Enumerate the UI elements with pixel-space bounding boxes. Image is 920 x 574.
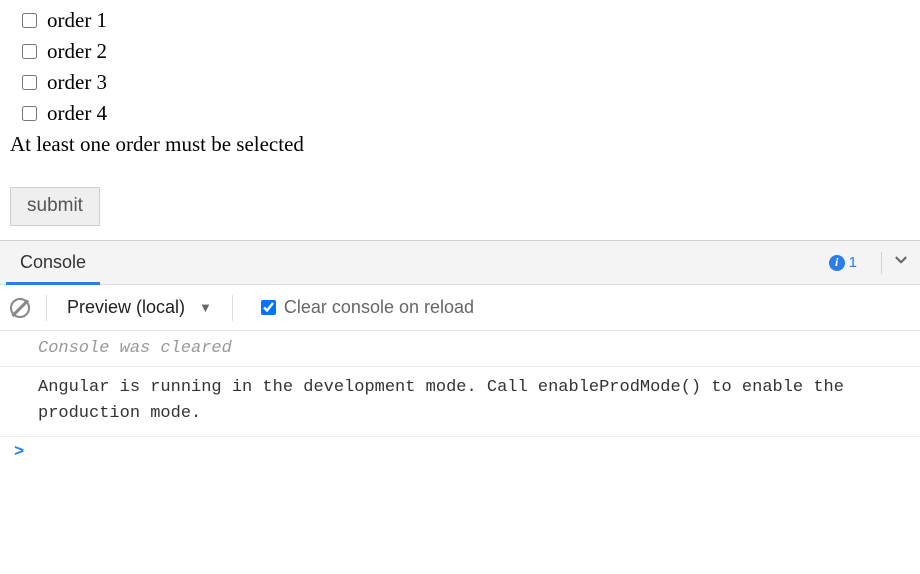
order-checkbox-2[interactable] (22, 44, 37, 59)
order-item[interactable]: order 4 (22, 101, 910, 126)
console-toolbar: Preview (local) ▼ Clear console on reloa… (0, 285, 920, 331)
info-icon: i (829, 255, 845, 271)
info-count-badge[interactable]: i 1 (829, 254, 857, 271)
order-label: order 1 (47, 8, 107, 33)
tab-label: Console (20, 252, 86, 273)
dropdown-triangle-icon: ▼ (199, 300, 212, 315)
order-label: order 3 (47, 70, 107, 95)
console-cleared-row: Console was cleared (0, 331, 920, 367)
tab-console[interactable]: Console (6, 241, 100, 284)
info-count: 1 (849, 254, 857, 271)
devtools-panel: Console i 1 Preview (local) ▼ Clear cons… (0, 240, 920, 468)
clear-on-reload-label: Clear console on reload (284, 297, 474, 318)
clear-on-reload-toggle[interactable]: Clear console on reload (261, 297, 474, 318)
chevron-down-icon[interactable] (892, 251, 910, 274)
order-list: order 1 order 2 order 3 order 4 (10, 8, 910, 126)
page-content: order 1 order 2 order 3 order 4 At least… (0, 0, 920, 240)
order-label: order 4 (47, 101, 107, 126)
order-checkbox-3[interactable] (22, 75, 37, 90)
order-checkbox-4[interactable] (22, 106, 37, 121)
order-item[interactable]: order 1 (22, 8, 910, 33)
submit-button[interactable]: submit (10, 187, 100, 226)
divider (232, 295, 233, 321)
console-prompt[interactable]: > (0, 437, 920, 468)
order-checkbox-1[interactable] (22, 13, 37, 28)
divider (46, 295, 47, 321)
validation-message: At least one order must be selected (10, 132, 910, 157)
context-select[interactable]: Preview (local) ▼ (63, 297, 216, 318)
order-item[interactable]: order 3 (22, 70, 910, 95)
divider (881, 252, 882, 274)
order-item[interactable]: order 2 (22, 39, 910, 64)
clear-on-reload-checkbox[interactable] (261, 300, 276, 315)
clear-console-icon[interactable] (10, 298, 30, 318)
console-message-row: Angular is running in the development mo… (0, 367, 920, 437)
order-label: order 2 (47, 39, 107, 64)
context-label: Preview (local) (67, 297, 185, 318)
devtools-tabbar: Console i 1 (0, 241, 920, 285)
console-body: Console was cleared Angular is running i… (0, 331, 920, 468)
